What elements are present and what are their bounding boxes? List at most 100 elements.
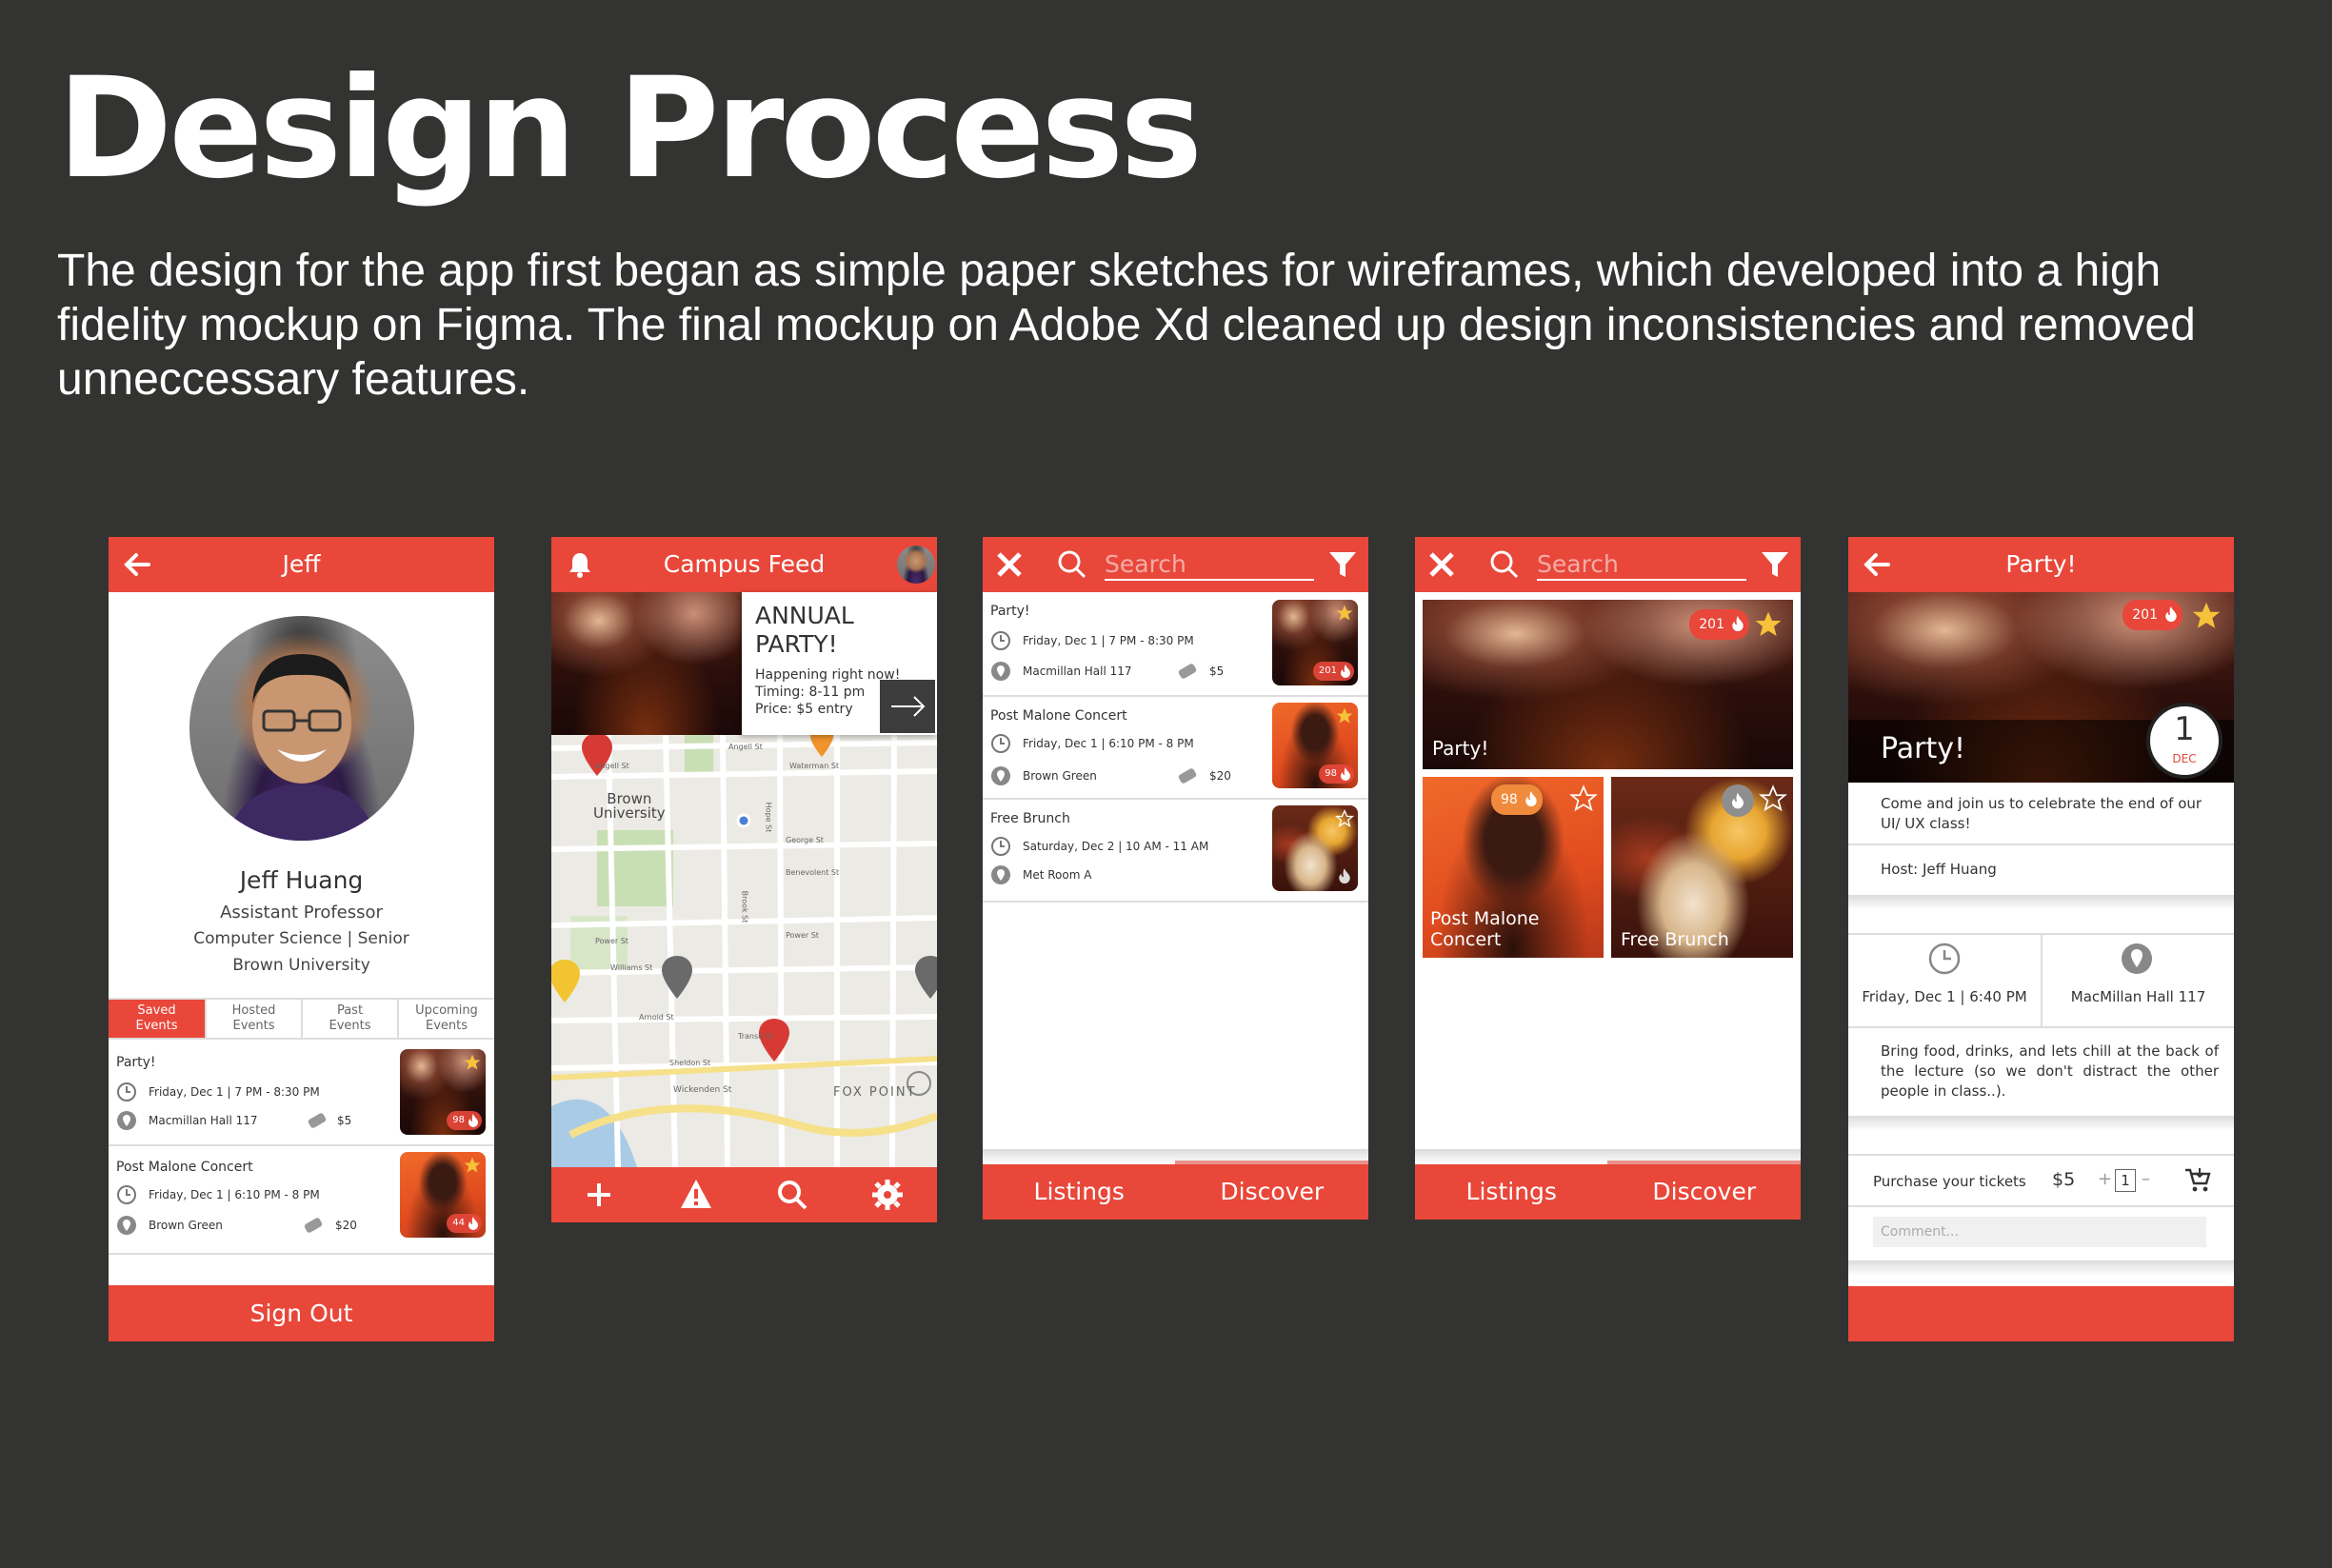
event-price: $20	[1209, 769, 1231, 783]
campus-map[interactable]: Brown University FOX POINT Angell St Ang…	[551, 735, 937, 1167]
hot-score-badge: 98	[1319, 764, 1354, 784]
discover-tile[interactable]: Post Malone Concert 98	[1423, 777, 1604, 958]
increment-button[interactable]: +	[2098, 1169, 2112, 1189]
star-icon[interactable]	[463, 1156, 482, 1175]
event-thumbnail: 201	[1272, 600, 1358, 685]
event-location: Macmillan Hall 117	[149, 1114, 258, 1127]
event-host: Host: Jeff Huang	[1881, 861, 1997, 878]
map-label-fox-point: FOX POINT	[833, 1085, 917, 1100]
star-icon[interactable]	[463, 1053, 482, 1072]
tab-listings[interactable]: Listings	[983, 1164, 1176, 1220]
event-thumbnail: 98	[1272, 703, 1358, 788]
event-time: Friday, Dec 1 | 6:10 PM - 8 PM	[149, 1188, 320, 1201]
feed-header: Campus Feed	[551, 537, 937, 592]
alert-icon[interactable]	[679, 1178, 713, 1210]
discover-hero-card[interactable]: Party! 201	[1423, 600, 1793, 769]
map-street-label: Benevolent St	[786, 868, 840, 877]
ticket-icon	[304, 1218, 323, 1233]
star-icon[interactable]	[1753, 609, 1784, 640]
list-item[interactable]: Free Brunch Saturday, Dec 2 | 10 AM - 11…	[983, 800, 1368, 903]
event-price: $5	[337, 1114, 352, 1127]
event-title: Party!	[990, 604, 1030, 619]
quantity-input[interactable]: 1	[2115, 1169, 2136, 1192]
star-outline-icon[interactable]	[1569, 784, 1598, 813]
hot-score-badge: 201	[1312, 662, 1354, 681]
filter-icon[interactable]	[1760, 549, 1790, 580]
card-title: ANNUAL PARTY!	[755, 602, 854, 658]
ticket-icon	[1178, 768, 1197, 784]
list-item[interactable]: Party! Friday, Dec 1 | 7 PM - 8:30 PM Ma…	[109, 1042, 494, 1144]
star-outline-icon[interactable]	[1335, 809, 1354, 828]
page-intro: The design for the app first began as si…	[57, 246, 2196, 405]
tab-discover[interactable]: Discover	[1176, 1164, 1369, 1220]
event-time: Saturday, Dec 2 | 10 AM - 11 AM	[1023, 840, 1209, 853]
profile-dept: Computer Science | Senior	[193, 929, 409, 948]
search-icon	[1058, 550, 1086, 579]
list-item[interactable]: Post Malone Concert Friday, Dec 1 | 6:10…	[983, 697, 1368, 800]
discover-header: Search	[1415, 537, 1801, 592]
close-icon[interactable]	[994, 549, 1025, 580]
star-outline-icon[interactable]	[1759, 784, 1787, 813]
ticket-price: $5	[2052, 1169, 2076, 1190]
close-icon[interactable]	[1426, 549, 1457, 580]
tab-listings[interactable]: Listings	[1415, 1164, 1608, 1220]
flame-icon	[468, 1217, 478, 1230]
event-time: Friday, Dec 1 | 6:40 PM	[1862, 988, 2027, 1005]
tab-past-events[interactable]: Past Events	[301, 1000, 397, 1038]
search-icon[interactable]	[776, 1179, 808, 1211]
user-avatar[interactable]	[897, 546, 935, 584]
star-icon[interactable]	[1335, 706, 1354, 725]
flame-icon	[1341, 665, 1350, 678]
map-street-label: Waterman St	[789, 762, 840, 770]
filter-icon[interactable]	[1327, 549, 1358, 580]
clock-icon	[117, 1185, 136, 1204]
add-to-cart-icon[interactable]	[2183, 1165, 2212, 1194]
tab-hosted-events[interactable]: Hosted Events	[205, 1000, 301, 1038]
event-title: Post Malone Concert	[116, 1160, 253, 1175]
map-street-label: Sheldon St	[669, 1059, 711, 1067]
map-street-label: Angell St	[595, 762, 629, 770]
event-time: Friday, Dec 1 | 7 PM - 8:30 PM	[1023, 634, 1194, 647]
clock-icon	[991, 631, 1010, 650]
map-street-label: Transit St	[738, 1032, 774, 1041]
search-input[interactable]: Search	[1105, 548, 1314, 581]
hot-score-badge: 201	[2123, 600, 2183, 630]
tab-discover[interactable]: Discover	[1608, 1164, 1802, 1220]
plus-icon[interactable]	[584, 1180, 614, 1210]
featured-event-card[interactable]: ANNUAL PARTY! Happening right now! Timin…	[742, 592, 937, 735]
flame-icon	[1525, 791, 1537, 806]
profile-screen: Jeff Jeff Huang Assistant Professor Comp…	[109, 537, 494, 1341]
comment-input[interactable]: Comment...	[1873, 1217, 2206, 1247]
profile-school: Brown University	[232, 956, 370, 975]
sign-out-button[interactable]: Sign Out	[109, 1285, 494, 1341]
event-location: Brown Green	[1023, 769, 1097, 783]
search-input[interactable]: Search	[1537, 548, 1746, 581]
list-item[interactable]: Party! Friday, Dec 1 | 7 PM - 8:30 PM Ma…	[983, 592, 1368, 695]
gear-icon[interactable]	[871, 1179, 904, 1211]
profile-avatar	[189, 616, 414, 841]
map-street-label: Brook St	[740, 890, 749, 923]
clock-icon	[991, 734, 1010, 753]
decrement-button[interactable]: –	[2142, 1169, 2150, 1189]
feed-header-title: Campus Feed	[663, 550, 826, 578]
event-location: Met Room A	[1023, 868, 1092, 882]
event-time: Friday, Dec 1 | 6:10 PM - 8 PM	[1023, 737, 1194, 750]
location-pin-icon	[117, 1216, 136, 1235]
listings-header: Search	[983, 537, 1368, 592]
event-location: Macmillan Hall 117	[1023, 665, 1132, 678]
event-price: $5	[1209, 665, 1225, 678]
flame-icon	[468, 1114, 478, 1127]
flame-icon	[1732, 792, 1744, 809]
discover-tile[interactable]: Free Brunch	[1611, 777, 1793, 958]
flame-icon	[1339, 868, 1350, 883]
bottom-tab-bar: Listings Discover	[1415, 1161, 1802, 1220]
star-icon[interactable]	[2190, 600, 2222, 632]
tab-upcoming-events[interactable]: Upcoming Events	[397, 1000, 494, 1038]
event-location: MacMillan Hall 117	[2070, 988, 2206, 1005]
tab-saved-events[interactable]: Saved Events	[109, 1000, 205, 1038]
map-street-label: Angell St	[728, 743, 763, 751]
card-next-button[interactable]	[880, 680, 935, 733]
map-street-label: Hope St	[764, 802, 773, 833]
list-item[interactable]: Post Malone Concert Friday, Dec 1 | 6:10…	[109, 1146, 494, 1249]
star-icon[interactable]	[1335, 604, 1354, 623]
